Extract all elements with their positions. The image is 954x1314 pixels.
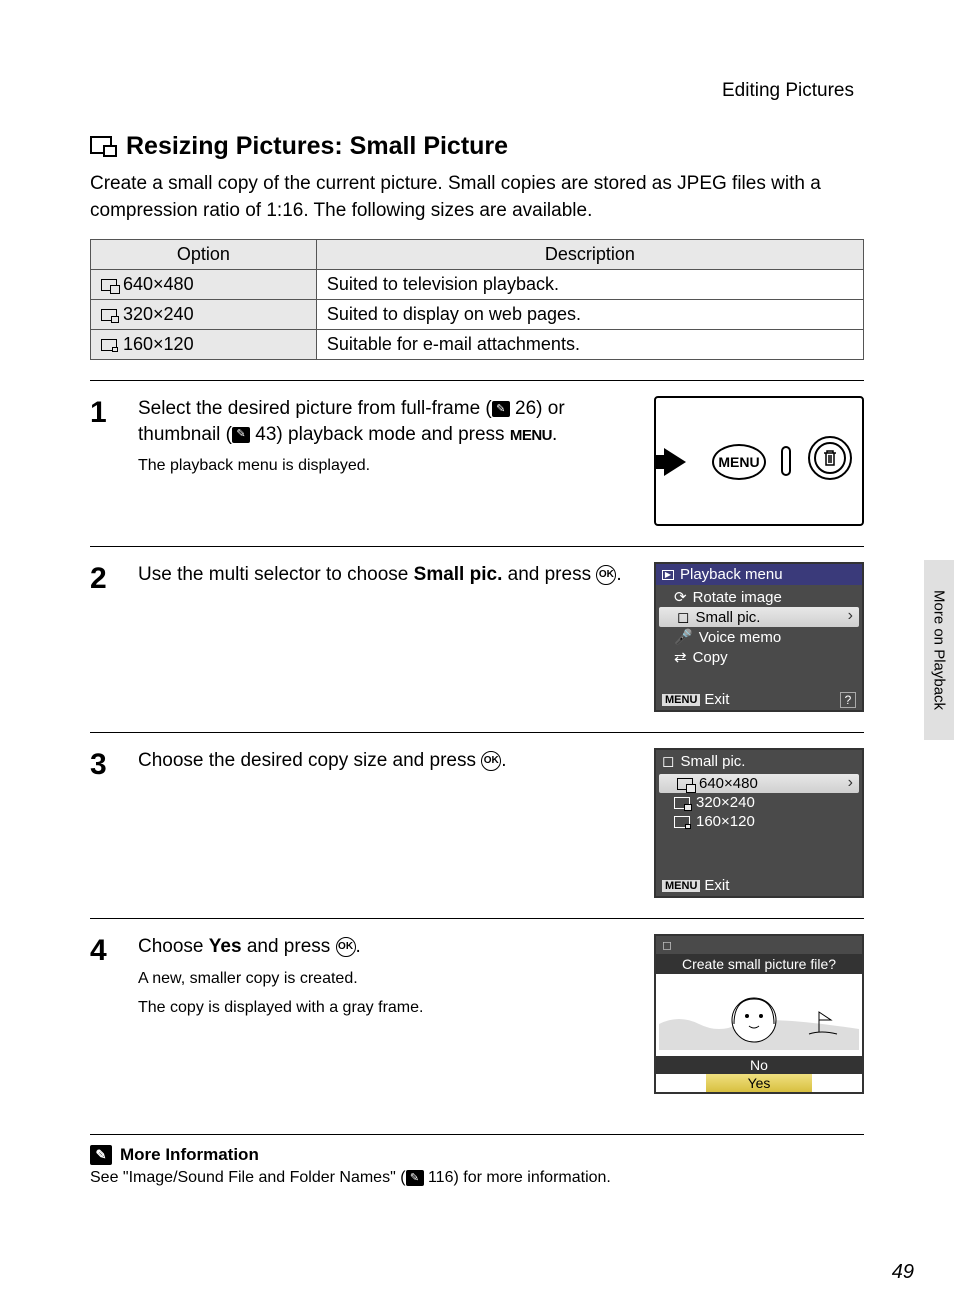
table-row: 640×480 Suited to television playback.	[91, 270, 864, 300]
step1-sub: The playback menu is displayed.	[138, 455, 634, 477]
ref-icon: ✎	[492, 401, 510, 417]
ok-icon: OK	[336, 937, 356, 957]
size-160-icon	[101, 339, 117, 351]
th-option: Option	[91, 240, 317, 270]
intro-text: Create a small copy of the current pictu…	[90, 171, 864, 224]
selector-icon	[781, 446, 791, 476]
ok-icon: OK	[596, 565, 616, 585]
menu-item-label: Copy	[693, 649, 728, 666]
exit-label: Exit	[704, 877, 729, 894]
size-320-icon	[101, 309, 117, 321]
step-num: 4	[90, 934, 118, 1094]
menu-tag: MENU	[662, 694, 700, 706]
options-table: Option Description 640×480 Suited to tel…	[90, 239, 864, 360]
small-pic-icon	[90, 136, 118, 158]
section-title: Resizing Pictures: Small Picture	[90, 132, 864, 161]
info-icon: ✎	[90, 1145, 112, 1165]
camera-illustration: MENU	[654, 396, 864, 526]
step-num: 1	[90, 396, 118, 526]
confirm-prompt: Create small picture file?	[656, 954, 862, 974]
menu-item-rotate: ⟳Rotate image	[656, 587, 862, 607]
size-640-icon	[101, 279, 117, 291]
menu-item-label: Small pic.	[695, 609, 760, 626]
step-2: 2 Use the multi selector to choose Small…	[90, 546, 864, 732]
step2-bold: Small pic.	[414, 564, 503, 585]
step-num: 2	[90, 562, 118, 712]
table-row: 320×240 Suited to display on web pages.	[91, 300, 864, 330]
step4-pre: Choose	[138, 936, 209, 957]
size-label: 320×240	[696, 794, 755, 811]
size-item-640: 640×480	[659, 774, 859, 793]
step1-end: ) playback mode and press	[276, 424, 509, 445]
menu-tag: MENU	[662, 880, 700, 892]
menu-item-smallpic: ◻Small pic.	[659, 607, 859, 627]
confirm-dialog: ◻ Create small picture file?	[654, 934, 864, 1094]
exit-label: Exit	[704, 691, 729, 708]
step4-bold: Yes	[209, 936, 242, 957]
opt-640: 640×480	[123, 274, 194, 295]
desc-640: Suited to television playback.	[316, 270, 863, 300]
step-4: 4 Choose Yes and press OK. A new, smalle…	[90, 918, 864, 1114]
menu-label: MENU	[510, 427, 552, 444]
more-info-pre: See "Image/Sound File and Folder Names" …	[90, 1169, 406, 1186]
desc-320: Suited to display on web pages.	[316, 300, 863, 330]
step4-end: and press	[242, 936, 336, 957]
ref-icon: ✎	[406, 1170, 424, 1186]
confirm-yes: Yes	[706, 1074, 812, 1092]
breadcrumb: Editing Pictures	[90, 80, 864, 102]
step2-end: and press	[502, 564, 596, 585]
lcd-playback-menu: ▶ Playback menu ⟳Rotate image ◻Small pic.…	[654, 562, 864, 712]
step1-ref2: 43	[255, 424, 276, 445]
more-info-section: ✎ More Information See "Image/Sound File…	[90, 1134, 864, 1187]
confirm-art	[656, 974, 862, 1050]
menu-item-voice: 🎤Voice memo	[656, 627, 862, 647]
step4-sub2: The copy is displayed with a gray frame.	[138, 997, 634, 1019]
confirm-no: No	[656, 1056, 862, 1074]
playback-icon: ▶	[662, 570, 674, 580]
more-info-ref: 116	[428, 1169, 454, 1186]
side-tab: More on Playback	[924, 560, 954, 740]
th-description: Description	[316, 240, 863, 270]
size-label: 160×120	[696, 813, 755, 830]
menu-item-label: Voice memo	[699, 629, 782, 646]
step1-ref1: 26	[515, 398, 536, 419]
menu-item-copy: ⇄Copy	[656, 647, 862, 667]
opt-320: 320×240	[123, 304, 194, 325]
ref-icon: ✎	[232, 427, 250, 443]
trash-button	[808, 436, 852, 480]
size-label: 640×480	[699, 775, 758, 792]
step4-sub1: A new, smaller copy is created.	[138, 968, 634, 990]
more-info-title: More Information	[120, 1145, 259, 1165]
help-icon: ?	[840, 692, 856, 708]
size-item-320: 320×240	[656, 793, 862, 812]
lcd-title: Small pic.	[680, 753, 745, 770]
menu-item-label: Rotate image	[693, 589, 782, 606]
step3-text: Choose the desired copy size and press	[138, 750, 481, 771]
size-item-160: 160×120	[656, 812, 862, 831]
ok-icon: OK	[481, 751, 501, 771]
table-row: 160×120 Suitable for e-mail attachments.	[91, 330, 864, 360]
step-3: 3 Choose the desired copy size and press…	[90, 732, 864, 918]
step2-pre: Use the multi selector to choose	[138, 564, 414, 585]
camera-menu-button: MENU	[712, 442, 766, 482]
step-num: 3	[90, 748, 118, 898]
lcd-title: Playback menu	[680, 566, 783, 583]
page-number: 49	[892, 1261, 914, 1284]
camera-menu-label: MENU	[718, 454, 759, 470]
step-1: 1 Select the desired picture from full-f…	[90, 380, 864, 546]
step1-text: Select the desired picture from full-fra…	[138, 398, 492, 419]
desc-160: Suitable for e-mail attachments.	[316, 330, 863, 360]
section-title-text: Resizing Pictures: Small Picture	[126, 132, 508, 161]
opt-160: 160×120	[123, 334, 194, 355]
lcd-smallpic-menu: ◻Small pic. 640×480 320×240 160×120 MENU…	[654, 748, 864, 898]
arrow-icon	[664, 448, 686, 476]
more-info-end: ) for more information.	[453, 1169, 610, 1186]
